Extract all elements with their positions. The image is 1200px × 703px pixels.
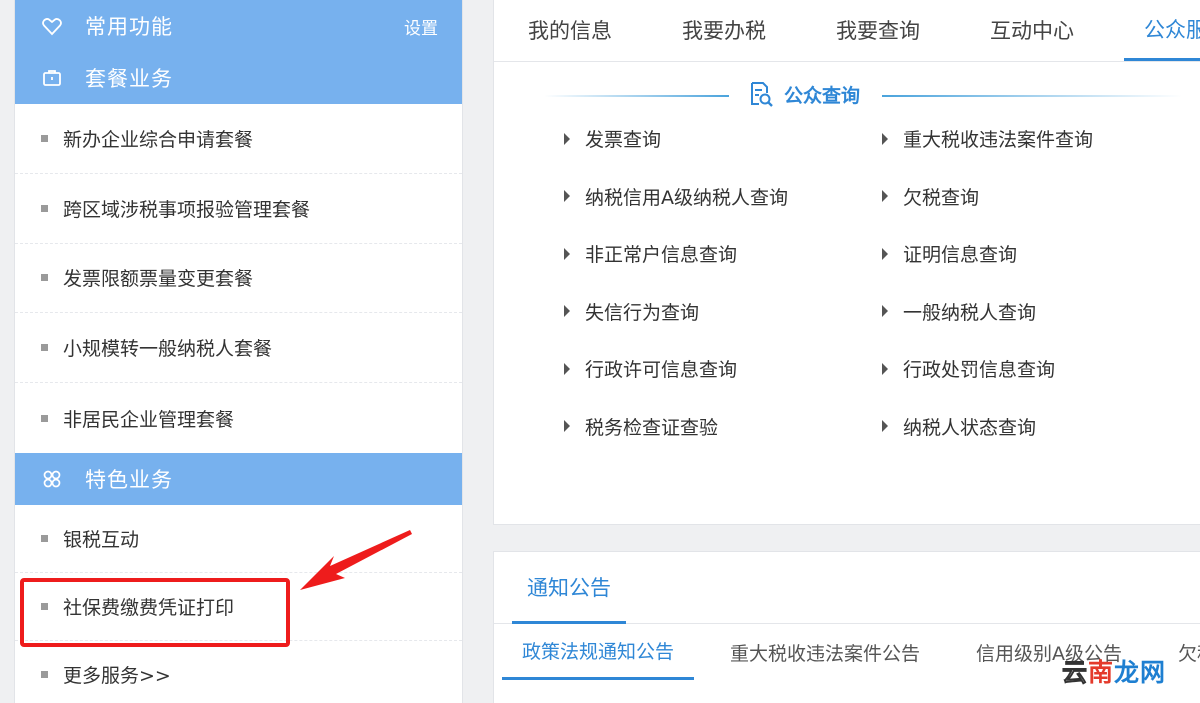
bullet-icon xyxy=(41,534,48,542)
grid-icon xyxy=(41,468,63,490)
caret-right-icon xyxy=(564,305,570,318)
sidebar-item-label: 跨区域涉税事项报验管理套餐 xyxy=(63,198,311,221)
sidebar-item-more-services[interactable]: 更多服务>> xyxy=(15,641,462,703)
settings-link[interactable]: 设置 xyxy=(404,14,438,39)
bullet-icon xyxy=(41,134,48,142)
search-doc-icon xyxy=(751,82,773,107)
sidebar-item-invoice-limit-package[interactable]: 发票限额票量变更套餐 xyxy=(15,244,462,314)
query-label: 重大税收违法案件查询 xyxy=(903,129,1094,152)
special-business-title: 特色业务 xyxy=(85,467,173,492)
query-label: 失信行为查询 xyxy=(585,301,700,324)
tab-major-violation-notice[interactable]: 重大税收违法案件公告 xyxy=(730,624,920,680)
tab-tax-filing[interactable]: 我要办税 xyxy=(682,0,766,61)
notice-tabs: 通知公告 xyxy=(494,552,1200,624)
tab-policy-notice[interactable]: 政策法规通知公告 xyxy=(502,624,695,680)
sidebar-item-label: 发票限额票量变更套餐 xyxy=(63,268,254,291)
bullet-icon xyxy=(41,274,48,282)
sidebar-item-label: 小规模转一般纳税人套餐 xyxy=(63,338,273,361)
sidebar-item-non-resident-package[interactable]: 非居民企业管理套餐 xyxy=(15,383,462,453)
query-label: 行政许可信息查询 xyxy=(585,359,738,382)
caret-right-icon xyxy=(882,190,888,203)
sidebar-item-label: 银税互动 xyxy=(63,528,140,551)
query-link-dishonest[interactable]: 失信行为查询 xyxy=(564,283,882,341)
main-tabs: 我的信息 我要办税 我要查询 互动中心 公众服务 xyxy=(494,0,1200,62)
watermark-part: 云 xyxy=(1061,658,1088,688)
query-list: 发票查询 重大税收违法案件查询 纳税信用A级纳税人查询 欠税查询 非正常户信息查… xyxy=(564,110,1200,455)
divider xyxy=(882,95,1182,97)
tab-query[interactable]: 我要查询 xyxy=(836,0,920,61)
query-label: 纳税人状态查询 xyxy=(903,416,1037,439)
sidebar-item-small-scale-package[interactable]: 小规模转一般纳税人套餐 xyxy=(15,313,462,384)
query-link-inspection-cert[interactable]: 税务检查证查验 xyxy=(564,398,882,456)
sidebar-item-label: 非居民企业管理套餐 xyxy=(63,408,235,431)
sidebar-header: 常用功能 设置 套餐业务 xyxy=(15,0,462,104)
special-business-header[interactable]: 特色业务 xyxy=(15,452,462,505)
caret-right-icon xyxy=(882,247,888,260)
query-link-credit-a[interactable]: 纳税信用A级纳税人查询 xyxy=(564,168,882,226)
public-query-label: 公众查询 xyxy=(746,80,860,108)
query-label: 税务检查证查验 xyxy=(585,416,719,439)
caret-right-icon xyxy=(882,420,888,433)
query-label: 一般纳税人查询 xyxy=(903,301,1037,324)
watermark-part: 龙网 xyxy=(1113,658,1166,687)
tab-interaction[interactable]: 互动中心 xyxy=(990,0,1074,61)
caret-right-icon xyxy=(564,247,570,260)
caret-right-icon xyxy=(882,132,888,145)
bullet-icon xyxy=(41,344,48,352)
query-link-abnormal-account[interactable]: 非正常户信息查询 xyxy=(564,225,882,283)
bullet-icon xyxy=(41,414,48,422)
query-link-taxpayer-status[interactable]: 纳税人状态查询 xyxy=(882,398,1200,456)
tab-notice[interactable]: 通知公告 xyxy=(512,552,626,624)
caret-right-icon xyxy=(564,132,570,145)
query-link-admin-license[interactable]: 行政许可信息查询 xyxy=(564,340,882,398)
common-functions-title: 常用功能 xyxy=(85,15,173,39)
tab-my-info[interactable]: 我的信息 xyxy=(528,0,612,61)
caret-right-icon xyxy=(882,305,888,318)
bullet-icon xyxy=(41,671,48,679)
briefcase-icon xyxy=(41,67,63,89)
sidebar-item-label: 更多服务>> xyxy=(63,665,171,688)
divider xyxy=(544,95,729,97)
public-service-panel: 我的信息 我要办税 我要查询 互动中心 公众服务 公众查询 发票查询 重大税收违… xyxy=(493,0,1200,525)
bullet-icon xyxy=(41,204,48,212)
sidebar-item-cross-region-package[interactable]: 跨区域涉税事项报验管理套餐 xyxy=(15,174,462,244)
query-link-admin-penalty[interactable]: 行政处罚信息查询 xyxy=(882,340,1200,398)
query-label: 欠税查询 xyxy=(903,186,980,209)
tab-public-service[interactable]: 公众服务 xyxy=(1124,0,1200,61)
query-label: 非正常户信息查询 xyxy=(585,244,738,267)
highlight-box xyxy=(20,578,290,647)
query-link-major-violation[interactable]: 重大税收违法案件查询 xyxy=(882,110,1200,168)
red-arrow-icon xyxy=(300,530,412,590)
query-link-general-taxpayer[interactable]: 一般纳税人查询 xyxy=(882,283,1200,341)
sidebar-item-new-enterprise-package[interactable]: 新办企业综合申请套餐 xyxy=(15,104,462,174)
package-business-header[interactable]: 套餐业务 xyxy=(15,52,462,104)
sidebar-item-label: 新办企业综合申请套餐 xyxy=(63,128,254,151)
common-functions-header[interactable]: 常用功能 设置 xyxy=(15,0,462,52)
caret-right-icon xyxy=(882,362,888,375)
query-label: 发票查询 xyxy=(585,129,662,152)
heart-icon xyxy=(41,15,63,37)
query-link-certificate[interactable]: 证明信息查询 xyxy=(882,225,1200,283)
query-label: 证明信息查询 xyxy=(903,244,1018,267)
caret-right-icon xyxy=(564,362,570,375)
caret-right-icon xyxy=(564,190,570,203)
watermark: 云南龙网 xyxy=(1061,653,1166,689)
watermark-part: 南 xyxy=(1087,658,1114,687)
public-query-title: 公众查询 xyxy=(784,84,861,107)
public-query-heading: 公众查询 xyxy=(494,78,1200,112)
query-link-tax-arrears[interactable]: 欠税查询 xyxy=(882,168,1200,226)
query-label: 行政处罚信息查询 xyxy=(903,359,1056,382)
query-link-invoice[interactable]: 发票查询 xyxy=(564,110,882,168)
package-business-title: 套餐业务 xyxy=(85,67,173,91)
tab-arrears-notice[interactable]: 欠税 xyxy=(1178,624,1200,680)
caret-right-icon xyxy=(564,420,570,433)
query-label: 纳税信用A级纳税人查询 xyxy=(585,186,788,209)
